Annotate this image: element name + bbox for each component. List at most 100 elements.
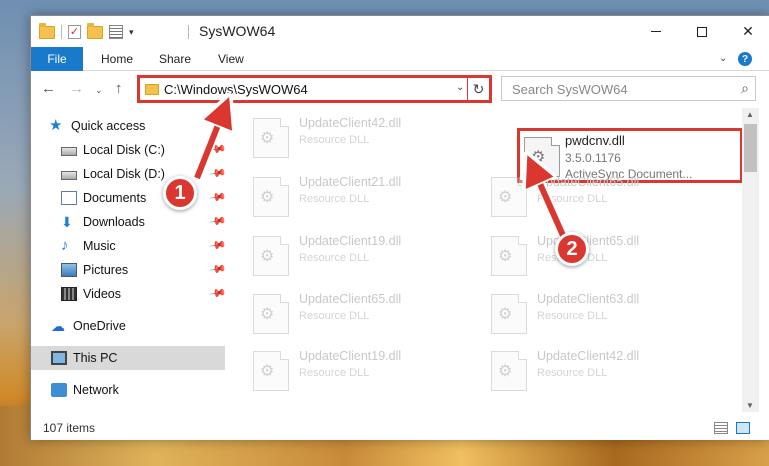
tab-view[interactable]: View [218,47,244,71]
refresh-icon: ↻ [472,80,485,97]
sidebar-item-local-disk-d[interactable]: Local Disk (D:) 📌 [31,162,227,186]
search-icon: ⌕ [741,80,749,96]
help-icon[interactable]: ? [738,52,752,66]
recent-locations-chevron-icon[interactable]: ⌄ [95,85,103,96]
properties-list-icon[interactable] [109,25,123,39]
scroll-up-icon[interactable]: ▲ [746,110,754,119]
tab-home[interactable]: Home [101,47,133,71]
minimize-button[interactable] [633,16,679,47]
file-description: Resource DLL [299,252,370,264]
pin-icon: 📌 [208,285,227,303]
file-name: UpdateClient19.dll [299,349,402,363]
sidebar-item-network[interactable]: Network [31,378,225,402]
forward-arrow-icon[interactable]: → [69,80,84,97]
sidebar-item-label: OneDrive [73,319,126,333]
gears-icon: ⚙ [260,306,275,323]
sidebar-item-local-disk-c[interactable]: Local Disk (C:) 📌 [31,138,227,162]
navigation-pane: ★ Quick access Local Disk (C:) 📌 Local D… [31,108,227,412]
up-arrow-icon[interactable]: ↑ [115,80,123,97]
maximize-icon [697,26,707,37]
ribbon-tabs: File Home Share View ⌄ ? [31,47,769,71]
file-name: UpdateClient42.dll [299,116,402,130]
sidebar-item-videos[interactable]: Videos 📌 [31,282,227,306]
address-row: ← → ⌄ ↑ C:\Windows\SysWOW64 ⌄ ↻ Search S… [31,72,769,106]
sidebar-item-label: Videos [83,287,121,301]
dll-file-icon: ⚙ [253,177,289,217]
callout-badge-2: 2 [555,232,589,266]
close-button[interactable]: ✕ [725,16,769,47]
address-path[interactable]: C:\Windows\SysWOW64 [164,82,308,97]
file-explorer-window: ✓ ▾ SysWOW64 ✕ File Home Share View ⌄ ? … [30,15,769,440]
file-description: Resource DLL [537,367,608,379]
close-icon: ✕ [742,23,754,39]
gears-icon: ⚙ [260,363,275,380]
gears-icon: ⚙ [260,189,275,206]
file-item[interactable]: ⚙ UpdateClient63.dll Resource DLL [466,286,686,338]
gears-icon: ⚙ [498,306,513,323]
back-arrow-icon[interactable]: ← [41,80,56,97]
address-bar[interactable]: C:\Windows\SysWOW64 ⌄ [137,75,492,103]
scroll-down-icon[interactable]: ▼ [746,401,754,410]
this-pc-icon [51,351,67,365]
sidebar-item-label: Network [73,383,119,397]
search-input[interactable]: Search SysWOW64 ⌕ [501,76,756,101]
sidebar-item-music[interactable]: ♪ Music 📌 [31,234,227,258]
sidebar-item-label: Quick access [71,119,146,133]
sidebar-item-quick-access[interactable]: ★ Quick access [31,114,225,138]
star-icon: ★ [49,117,63,134]
file-item[interactable]: ⚙ UpdateClient42.dll Resource DLL [466,343,686,395]
scroll-thumb[interactable] [744,124,757,172]
file-name: UpdateClient42.dll [537,349,640,363]
onedrive-icon: ☁ [51,318,65,334]
dll-file-icon: ⚙ [253,294,289,334]
callout-badge-1: 1 [163,176,197,210]
file-description: Resource DLL [537,310,608,322]
window-title: SysWOW64 [199,23,276,39]
file-item[interactable]: ⚙ UpdateClient42.dll Resource DLL [228,110,448,162]
file-item[interactable]: ⚙ UpdateClient65.dll Resource DLL [466,169,686,221]
maximize-button[interactable] [679,16,725,47]
pictures-icon [61,263,77,277]
gears-icon: ⚙ [498,363,513,380]
sidebar-item-pictures[interactable]: Pictures 📌 [31,258,227,282]
dll-file-icon: ⚙ [491,177,527,217]
file-item[interactable]: ⚙ UpdateClient19.dll Resource DLL [228,343,448,395]
customize-toolbar-chevron-icon[interactable]: ▾ [129,27,134,38]
minimize-icon [651,31,661,32]
file-name: UpdateClient65.dll [299,292,402,306]
title-bar: ✓ ▾ SysWOW64 ✕ [31,16,769,47]
file-description: Resource DLL [299,367,370,379]
tab-file[interactable]: File [31,47,83,71]
dll-file-icon: ⚙ [253,118,289,158]
refresh-button[interactable]: ↻ [467,75,492,103]
properties-check-icon[interactable]: ✓ [68,25,81,39]
large-icons-view-icon[interactable] [736,422,750,434]
sidebar-item-label: This PC [73,351,118,365]
documents-icon [61,191,77,205]
file-name: pwdcnv.dll [565,133,625,148]
address-folder-icon [145,84,159,95]
expand-ribbon-chevron-icon[interactable]: ⌄ [719,53,727,64]
dll-file-icon: ⚙ [491,351,527,391]
sidebar-item-onedrive[interactable]: ☁ OneDrive [31,314,225,338]
sidebar-item-label: Documents [83,191,147,205]
sidebar-item-this-pc[interactable]: This PC [31,346,225,370]
address-dropdown-chevron-icon[interactable]: ⌄ [456,82,464,93]
search-placeholder: Search SysWOW64 [512,82,628,97]
new-folder-icon[interactable] [87,22,103,39]
file-item[interactable]: ⚙ UpdateClient65.dll Resource DLL [228,286,448,338]
network-icon [51,383,67,397]
file-item[interactable]: ⚙ UpdateClient21.dll Resource DLL [228,169,448,221]
sidebar-item-downloads[interactable]: ⬇ Downloads 📌 [31,210,227,234]
gears-icon: ⚙ [531,149,546,166]
file-name: UpdateClient63.dll [537,292,640,306]
file-description: Resource DLL [299,134,370,146]
details-view-icon[interactable] [714,422,728,434]
file-name: UpdateClient21.dll [299,175,402,189]
drive-icon [61,171,77,180]
vertical-scrollbar[interactable]: ▲ ▼ [742,108,759,412]
file-description: Resource DLL [537,193,608,205]
sidebar-item-label: Local Disk (C:) [83,143,165,157]
file-item[interactable]: ⚙ UpdateClient19.dll Resource DLL [228,228,448,280]
tab-share[interactable]: Share [159,47,191,71]
